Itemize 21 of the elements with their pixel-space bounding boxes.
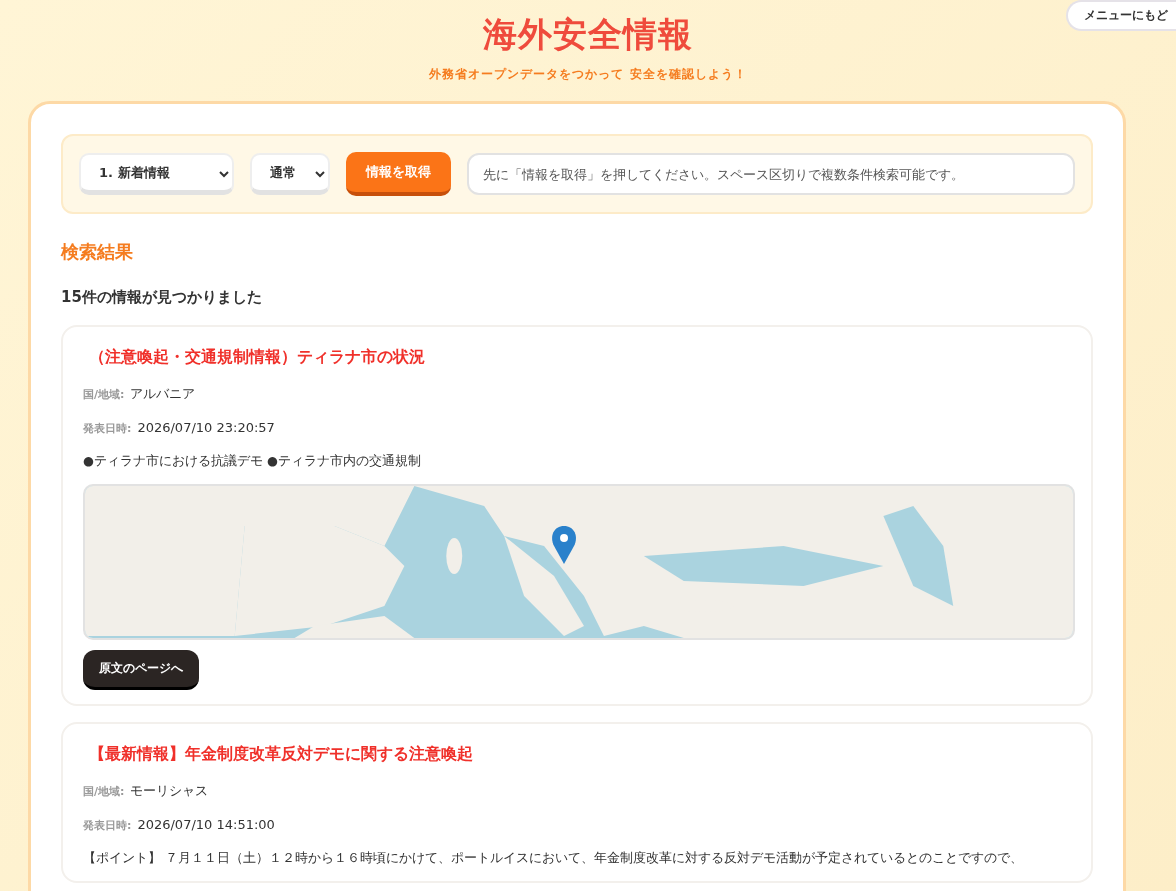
country-label: 国/地域:: [83, 784, 125, 799]
date-value: 2026/07/10 14:51:00: [137, 817, 275, 832]
country-label: 国/地域:: [83, 387, 125, 402]
mode-select[interactable]: 通常: [250, 153, 330, 195]
category-select[interactable]: 1. 新着情報: [79, 153, 234, 195]
page-title: 海外安全情報: [483, 13, 693, 56]
date-value: 2026/07/10 23:20:57: [137, 420, 275, 435]
date-label: 発表日時:: [83, 421, 132, 436]
search-field[interactable]: 先に「情報を取得」を押してください。スペース区切りで複数条件検索可能です。: [467, 153, 1075, 195]
date-label: 発表日時:: [83, 818, 132, 833]
country-value: モーリシャス: [130, 782, 209, 800]
results-heading: 検索結果: [61, 240, 134, 264]
result-title: （注意喚起・交通規制情報）ティラナ市の状況: [89, 347, 425, 368]
country-value: アルバニア: [130, 385, 196, 403]
source-page-button[interactable]: 原文のページへ: [83, 650, 199, 690]
menu-button[interactable]: メニューにもど: [1066, 0, 1176, 31]
results-count: 15件の情報が見つかりました: [61, 288, 263, 307]
result-title: 【最新情報】年金制度改革反対デモに関する注意喚起: [89, 744, 473, 765]
page-subtitle: 外務省オープンデータをつかって 安全を確認しよう！: [429, 66, 747, 83]
result-summary: 【ポイント】 ７月１１日（土）１２時から１６時頃にかけて、ポートルイスにおいて、年金制度改革に対する反対デモ活動が予定されているとのことですので、: [83, 850, 1023, 867]
result-summary: ●ティラナ市における抗議デモ ●ティラナ市内の交通規制: [83, 453, 421, 470]
